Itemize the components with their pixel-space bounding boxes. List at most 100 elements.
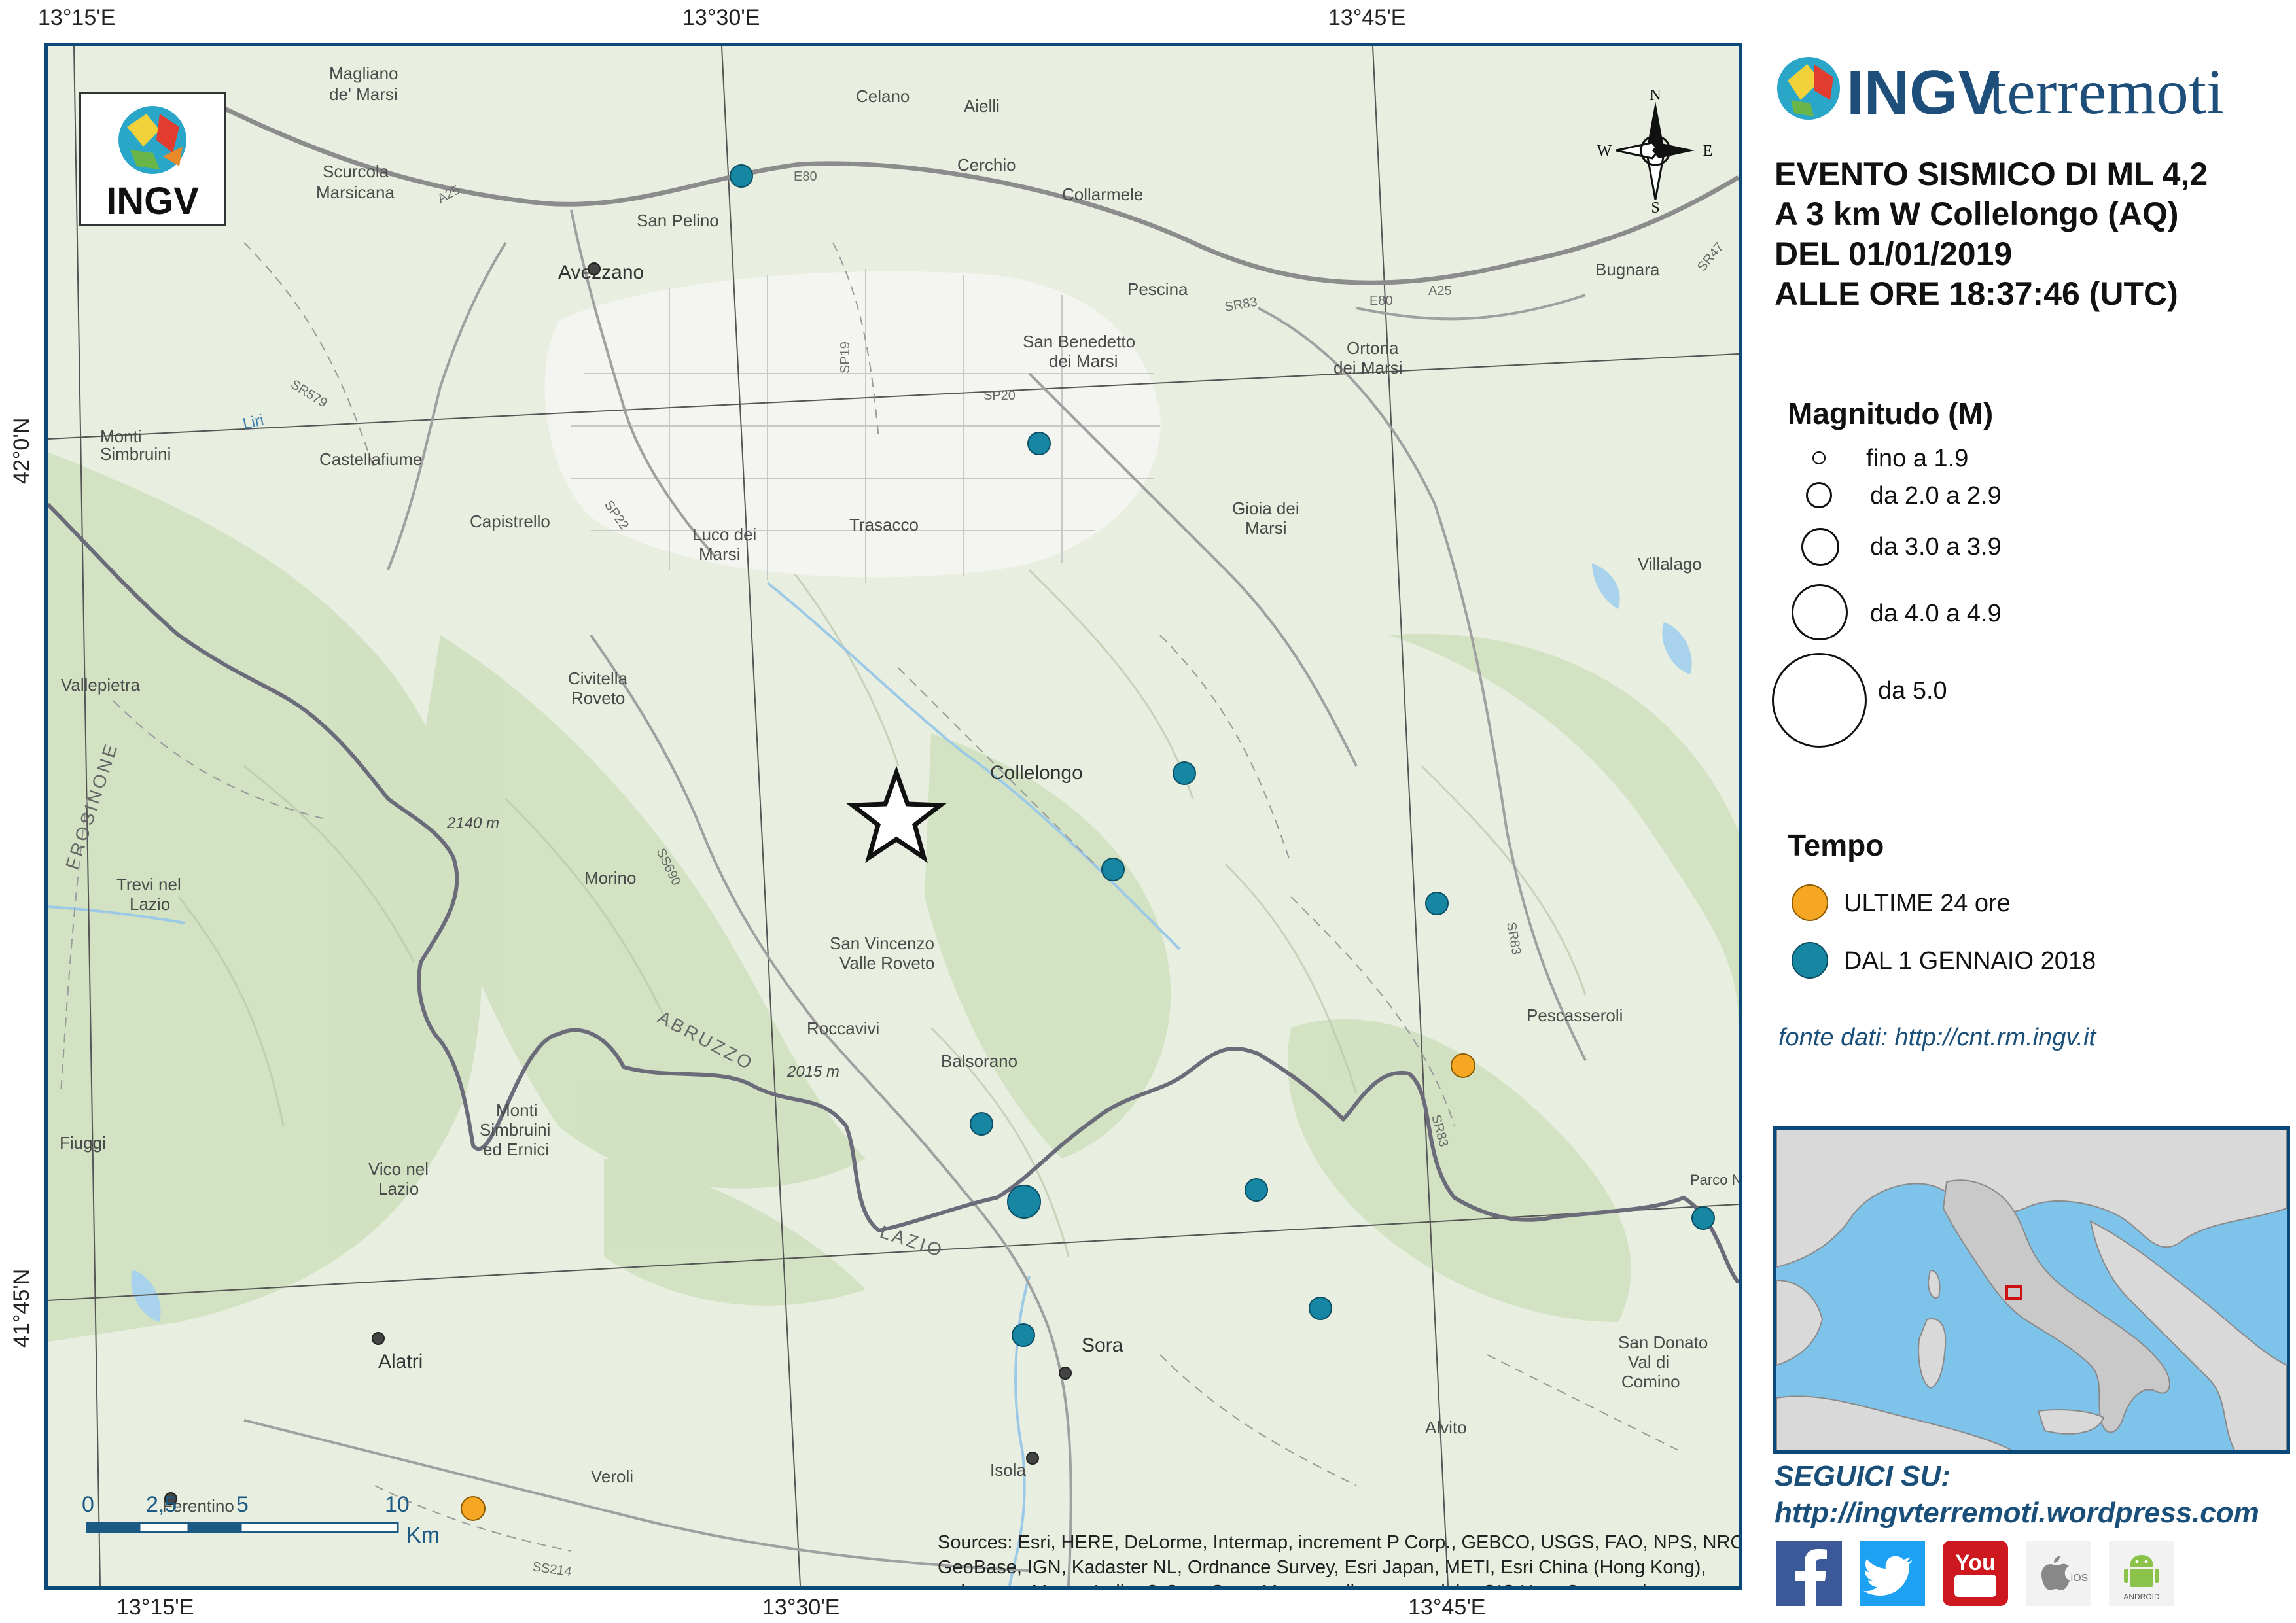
place-capistrello: Capistrello [470, 512, 550, 531]
ingv-logo-box: INGV [79, 92, 226, 226]
peak-2140: 2140 m [446, 814, 499, 832]
place-trevi: Trevi nel [116, 875, 181, 894]
place-san-donato-2: Val di [1628, 1352, 1669, 1372]
scale-label-0: 0 [82, 1492, 94, 1517]
android-icon[interactable]: ANDROID [2109, 1541, 2174, 1606]
event-marker[interactable] [1173, 761, 1196, 785]
place-isola: Isola [990, 1460, 1026, 1480]
facebook-icon[interactable] [1776, 1541, 1842, 1606]
road-sp20: SP20 [983, 389, 1016, 403]
inset-sicily [2037, 1409, 2105, 1435]
place-pescina: Pescina [1127, 279, 1188, 299]
place-balsorano: Balsorano [941, 1051, 1017, 1071]
coord-top-1345: 13°45'E [1328, 5, 1406, 30]
place-san-pelino: San Pelino [637, 211, 719, 230]
map-attribution: Sources: Esri, HERE, DeLorme, Intermap, … [938, 1532, 1742, 1586]
place-san-donato: San Donato [1618, 1333, 1708, 1352]
place-ortona: Ortona [1347, 338, 1399, 358]
place-luco-2: Marsi [699, 544, 741, 564]
place-morino: Morino [584, 868, 636, 888]
place-collarmele: Collarmele [1062, 184, 1143, 204]
compass-n: N [1650, 88, 1661, 104]
place-magliano-2: de' Marsi [329, 84, 398, 104]
town-dot-isola [1026, 1452, 1039, 1465]
fucino-plain [544, 269, 1161, 583]
place-gioia-2: Marsi [1245, 518, 1287, 538]
peak-2015: 2015 m [786, 1063, 839, 1081]
coord-left-4200: 42°0'N [9, 417, 34, 484]
event-marker-last24[interactable] [1451, 1053, 1475, 1078]
inset-europe-land [1776, 1130, 2287, 1268]
place-vico-2: Lazio [378, 1179, 419, 1198]
event-marker[interactable] [1309, 1297, 1332, 1320]
legend-time-dot-last24 [1792, 884, 1828, 921]
legend-mag-label-3: da 3.0 a 3.9 [1870, 533, 2002, 561]
road-e80b: E80 [1369, 294, 1393, 308]
place-roccavivi: Roccavivi [807, 1019, 879, 1038]
compass-s: S [1651, 200, 1659, 213]
inset-sardinia [1918, 1318, 1947, 1389]
legend-mag-label-4: da 4.0 a 4.9 [1870, 600, 2002, 627]
place-scurcola: Scurcola [323, 162, 389, 181]
place-magliano: Magliano [329, 63, 398, 83]
ios-label: iOS [2071, 1573, 2089, 1584]
scale-label-5: 5 [236, 1492, 249, 1517]
place-monti-ernici-2: Simbruini [480, 1120, 550, 1140]
event-marker[interactable] [1027, 432, 1051, 455]
place-monti-simbruini: Monti [100, 427, 142, 446]
brand-light: terremoti [1989, 57, 2225, 128]
legend-mag-circle-2 [1806, 482, 1832, 508]
place-vallepietra: Vallepietra [61, 675, 140, 695]
youtube-icon[interactable]: You [1943, 1541, 2008, 1606]
twitter-icon[interactable] [1860, 1541, 1925, 1606]
inset-africa [1776, 1395, 2013, 1450]
event-marker[interactable] [1012, 1323, 1035, 1347]
town-dot-sora [1059, 1367, 1072, 1380]
place-monti-ernici-3: ed Ernici [483, 1140, 549, 1159]
road-e80: E80 [794, 169, 817, 184]
legend-mag-circle-4 [1792, 584, 1848, 640]
event-marker[interactable] [1007, 1185, 1041, 1219]
map-frame[interactable]: ABRUZZO LAZIO FROSINONE Magliano de' Mar… [44, 43, 1742, 1590]
event-marker[interactable] [1691, 1206, 1715, 1230]
event-marker[interactable] [1101, 858, 1125, 881]
data-source-link[interactable]: fonte dati: http://cnt.rm.ingv.it [1778, 1024, 2096, 1052]
event-marker[interactable] [970, 1112, 993, 1136]
inset-corsica [1927, 1269, 1941, 1299]
place-fiuggi: Fiuggi [60, 1133, 106, 1153]
legend-time-label-last24: ULTIME 24 ore [1844, 890, 2011, 917]
android-label: ANDROID [2123, 1592, 2160, 1601]
place-san-benedetto-2: dei Marsi [1049, 351, 1118, 371]
legend-time-dot-since2018 [1792, 942, 1828, 979]
inset-map-italy[interactable] [1773, 1126, 2290, 1454]
inset-svg [1776, 1130, 2287, 1450]
ios-icon[interactable]: iOS [2026, 1541, 2091, 1606]
event-marker[interactable] [1425, 892, 1449, 915]
scale-label-25: 2,5 [146, 1492, 177, 1517]
place-cerchio: Cerchio [957, 155, 1016, 175]
event-marker-last24[interactable] [461, 1496, 486, 1521]
seguici-title: SEGUICI SU: [1775, 1460, 1951, 1492]
event-title-line-3: DEL 01/01/2019 [1775, 236, 2013, 272]
place-veroli: Veroli [591, 1467, 633, 1486]
road-sp19: SP19 [838, 341, 853, 374]
place-vico: Vico nel [368, 1159, 429, 1179]
coord-top-1330: 13°30'E [682, 5, 760, 30]
compass-rose-icon: N S W E [1597, 88, 1713, 213]
place-scurcola-2: Marsicana [316, 183, 395, 202]
legend-mag-label-2: da 2.0 a 2.9 [1870, 482, 2002, 510]
place-civitella-2: Roveto [571, 688, 625, 708]
event-marker[interactable] [730, 164, 753, 188]
legend-mag-label-1: fino a 1.9 [1866, 445, 1969, 472]
legend-time-label-since2018: DAL 1 GENNAIO 2018 [1844, 947, 2096, 975]
place-san-vincenzo-2: Valle Roveto [839, 953, 935, 973]
seguici-url-link[interactable]: http://ingvterremoti.wordpress.com [1775, 1497, 2259, 1529]
town-dot-alatri [372, 1332, 385, 1345]
map-canvas[interactable]: ABRUZZO LAZIO FROSINONE Magliano de' Mar… [48, 46, 1739, 1586]
event-marker[interactable] [1245, 1178, 1268, 1202]
town-dot-avezzano [588, 262, 601, 275]
scale-label-10: 10 [385, 1492, 410, 1517]
coord-bottom-1345: 13°45'E [1408, 1595, 1486, 1620]
legend-mag-label-5: da 5.0 [1878, 677, 1947, 705]
place-villalago: Villalago [1638, 554, 1702, 574]
